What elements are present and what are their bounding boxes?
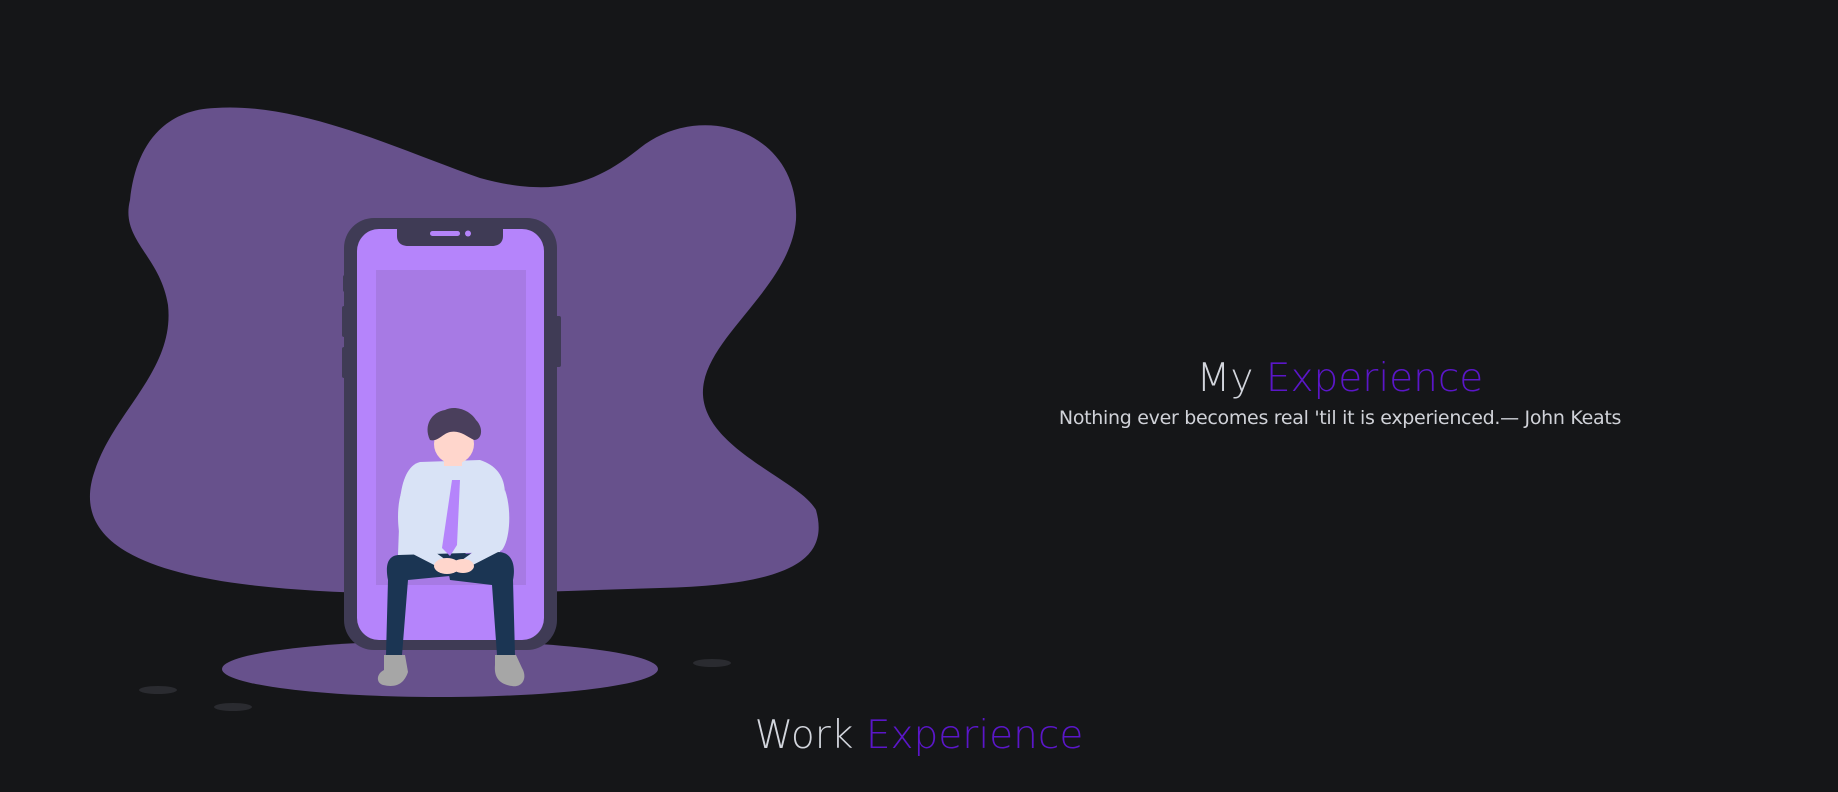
section-title-accent: Experience [865,713,1084,758]
work-experience-heading: Work Experience [619,708,1219,764]
hero-title-accent: Experience [1265,356,1484,401]
small-shadow-1 [139,686,177,694]
small-shadow-2 [214,703,252,711]
small-shadow-3 [693,659,731,667]
hero-quote: Nothing ever becomes real 'til it is exp… [1058,407,1622,429]
hero-section: My Experience Nothing ever becomes real … [1040,356,1640,430]
experience-page: My Experience Nothing ever becomes real … [0,0,1838,792]
section-title-plain: Work [754,713,854,758]
hero-title-plain: My [1196,356,1254,401]
hero-title: My Experience [1040,356,1640,402]
